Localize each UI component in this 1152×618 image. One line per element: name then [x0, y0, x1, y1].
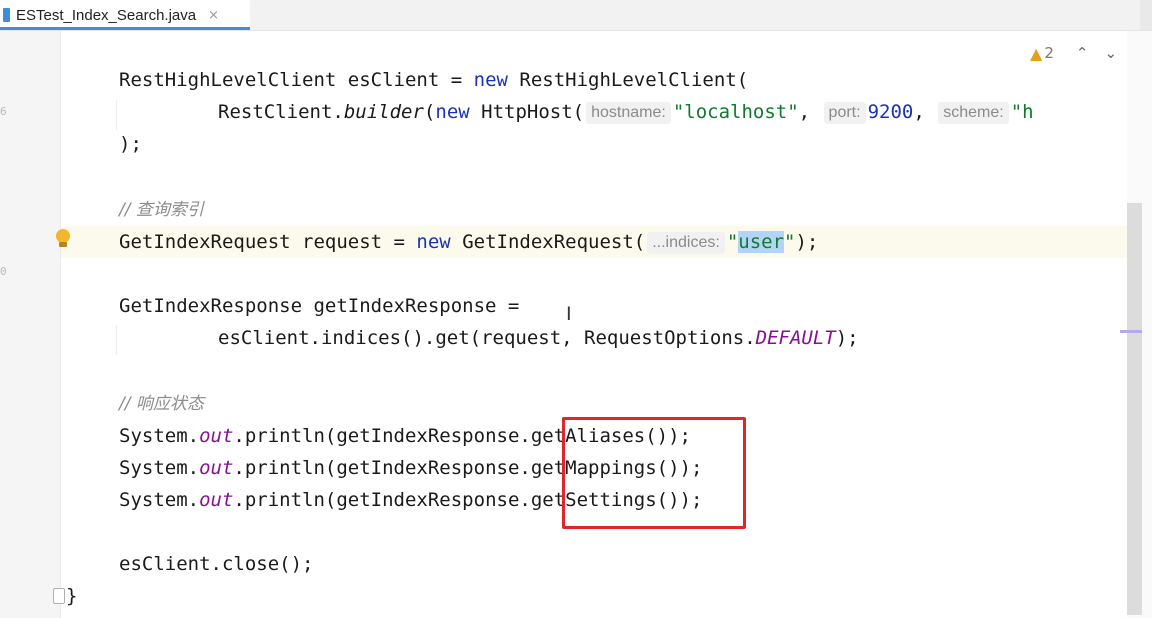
param-hint: hostname:	[586, 102, 671, 124]
code-line: RestClient.builder(new HttpHost(hostname…	[218, 101, 1034, 124]
inspection-widget[interactable]: ▲ 2 ⌃ ⌄	[1030, 42, 1125, 64]
next-highlight-button[interactable]: ⌄	[1104, 44, 1117, 62]
warning-count: 2	[1044, 44, 1054, 62]
code-line: }	[66, 585, 78, 607]
param-hint: port:	[823, 102, 866, 124]
code-line: GetIndexResponse getIndexResponse =	[119, 295, 520, 317]
scrollbar-marker	[1120, 330, 1142, 333]
code-line: esClient.close();	[119, 553, 314, 575]
tab-bar-overflow	[1140, 0, 1152, 30]
tab-estest-index-search[interactable]: ESTest_Index_Search.java ×	[0, 0, 250, 30]
gutter-separator	[60, 31, 61, 618]
code-line: RestHighLevelClient esClient = new RestH…	[119, 69, 749, 91]
warning-icon: ▲	[1030, 43, 1043, 63]
fold-icon[interactable]	[53, 588, 65, 604]
line-number: 6	[0, 105, 7, 118]
param-hint: scheme:	[938, 102, 1009, 124]
active-tab-indicator	[0, 27, 250, 30]
text-cursor-icon: I	[566, 303, 572, 325]
code-comment: // 查询索引	[119, 200, 204, 220]
lightbulb-icon[interactable]	[55, 229, 71, 249]
selected-text: user	[738, 231, 785, 253]
tab-title: ESTest_Index_Search.java	[16, 6, 197, 24]
param-hint: ...indices:	[647, 232, 725, 254]
code-line: );	[119, 133, 142, 155]
previous-highlight-button[interactable]: ⌃	[1076, 44, 1089, 62]
scrollbar-thumb[interactable]	[1127, 203, 1142, 615]
highlight-box	[562, 417, 746, 529]
code-comment: // 响应状态	[119, 394, 204, 414]
code-line: esClient.indices().get(request, RequestO…	[218, 327, 859, 349]
editor-tab-bar: ESTest_Index_Search.java ×	[0, 0, 1152, 31]
close-icon[interactable]: ×	[208, 8, 219, 23]
code-line: GetIndexRequest request = new GetIndexRe…	[119, 231, 819, 254]
line-number: 0	[0, 265, 7, 278]
editor-gutter[interactable]: 6 0	[0, 31, 60, 618]
java-file-icon	[3, 8, 10, 22]
indent-guide	[116, 100, 117, 130]
indent-guide	[116, 325, 117, 355]
